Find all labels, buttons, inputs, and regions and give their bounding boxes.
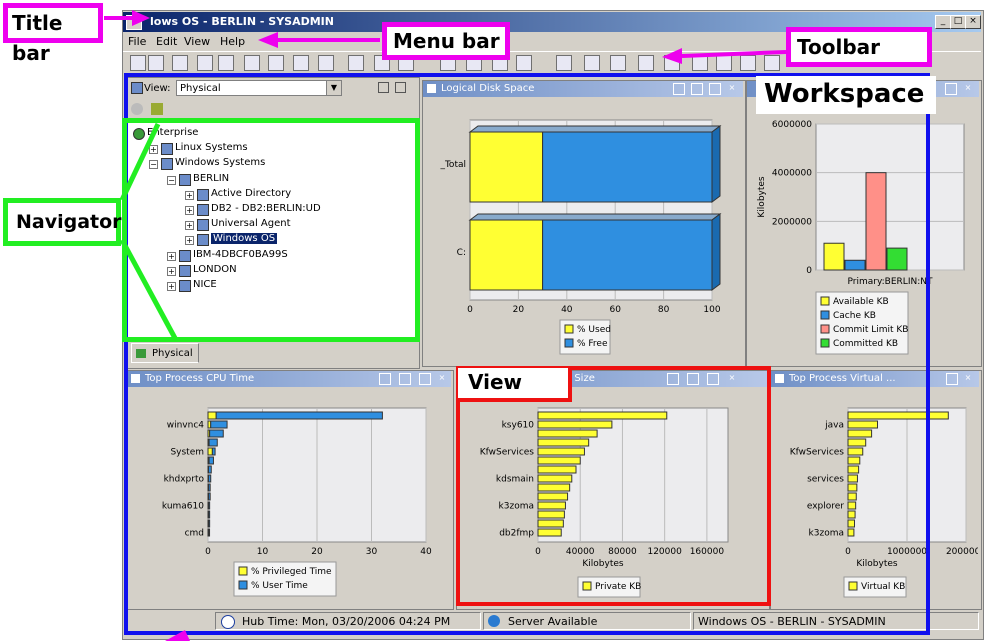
- title-bar-arrowhead: [132, 10, 150, 26]
- title-bar-callout: Title bar: [3, 3, 103, 65]
- toolbar-arrowhead: [662, 48, 682, 64]
- toolbar-arrow-line: [681, 50, 787, 58]
- menu-bar-callout: Menu bar: [382, 22, 510, 60]
- navigator-callout: Navigator: [3, 198, 122, 246]
- status-bar-arrowhead: [165, 630, 190, 641]
- workspace-callout: Workspace: [756, 76, 936, 114]
- navigator-pointer-bottom: [119, 238, 179, 342]
- view-callout: View: [458, 368, 572, 402]
- toolbar-callout: Toolbar: [786, 27, 932, 67]
- menu-bar-arrowhead: [258, 32, 278, 48]
- navigator-pointer-top: [119, 122, 161, 202]
